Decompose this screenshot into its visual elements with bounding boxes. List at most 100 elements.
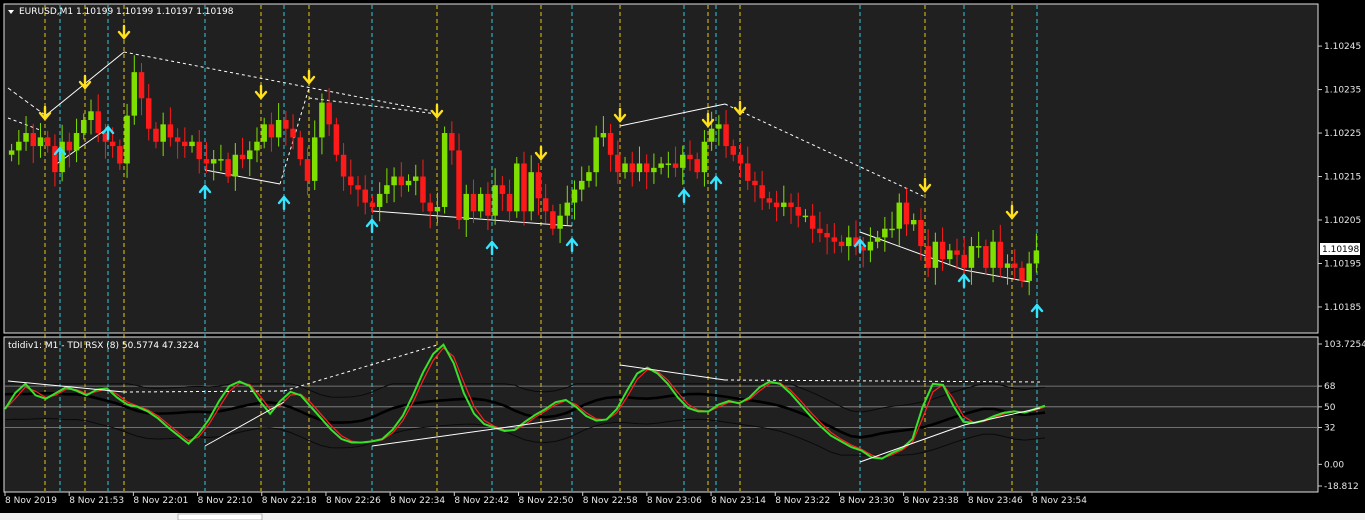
candle-body xyxy=(550,211,556,229)
candle-body xyxy=(716,124,722,129)
candle-body xyxy=(427,202,433,212)
price-tick-label: 1.10185 xyxy=(1324,303,1361,313)
candle-body xyxy=(37,137,44,147)
time-tick-label: 8 Nov 22:10 xyxy=(198,496,253,506)
candle-body xyxy=(687,154,693,160)
time-tick-label: 8 Nov 22:26 xyxy=(326,496,381,506)
candle-body xyxy=(708,128,715,142)
candle-body xyxy=(153,128,159,142)
time-tick-label: 8 Nov 22:42 xyxy=(454,496,509,506)
candle-body xyxy=(723,124,729,147)
candle-body xyxy=(369,202,376,207)
candle-body xyxy=(398,176,405,186)
candle-body xyxy=(882,228,888,238)
candle-body xyxy=(795,206,801,216)
candle-body xyxy=(1004,263,1011,268)
time-tick-label: 8 Nov 22:18 xyxy=(262,496,317,506)
time-tick-label: 8 Nov 23:22 xyxy=(775,496,830,506)
candle-body xyxy=(629,163,635,173)
candle-body xyxy=(499,185,506,194)
candle-body xyxy=(384,185,390,194)
time-tick-label: 8 Nov 22:50 xyxy=(519,496,574,506)
candle-body xyxy=(88,111,94,120)
candle-body xyxy=(232,154,239,177)
current-price-label: 1.10198 xyxy=(1322,245,1359,255)
indicator-tick-label: -18.812 xyxy=(1324,482,1359,492)
candle-body xyxy=(441,133,448,207)
candle-body xyxy=(607,133,614,155)
indicator-tick-label: 68 xyxy=(1324,382,1336,392)
candle-body xyxy=(968,246,975,268)
candle-body xyxy=(694,159,700,173)
indicator-tick-label: 32 xyxy=(1324,424,1335,434)
candle-body xyxy=(268,124,275,138)
candle-body xyxy=(297,137,304,160)
candle-body xyxy=(189,141,195,147)
indicator-tick-label: 0.00 xyxy=(1324,460,1344,470)
candle-body xyxy=(773,202,780,207)
candle-body xyxy=(542,198,549,212)
candle-body xyxy=(983,246,989,268)
candle-body xyxy=(362,189,368,203)
time-tick-label: 8 Nov 22:58 xyxy=(583,496,638,506)
candle-body xyxy=(672,163,679,168)
candle-body xyxy=(196,141,202,160)
indicator-title: tdidiv1: M1 - TDI RSX (8) 50.5774 47.322… xyxy=(8,341,199,351)
candle-body xyxy=(174,137,181,142)
candle-body xyxy=(95,111,101,134)
candle-body xyxy=(867,241,874,251)
candle-body xyxy=(167,124,174,138)
price-tick-label: 1.10195 xyxy=(1324,259,1361,269)
candle-body xyxy=(889,228,895,231)
time-tick-label: 8 Nov 23:54 xyxy=(1032,496,1087,506)
candle-body xyxy=(290,128,296,138)
candle-body xyxy=(600,133,607,138)
candle-body xyxy=(788,202,794,207)
candle-body xyxy=(109,141,116,147)
candle-body xyxy=(759,185,765,199)
candle-body xyxy=(434,206,441,212)
candle-body xyxy=(615,154,621,173)
candle-body xyxy=(449,133,455,151)
candle-body xyxy=(261,124,267,142)
candle-body xyxy=(571,189,578,203)
candle-body xyxy=(643,163,650,173)
candle-body xyxy=(326,102,332,125)
candle-body xyxy=(376,193,383,207)
candle-body xyxy=(506,193,513,212)
candle-body xyxy=(1019,267,1025,281)
candle-body xyxy=(145,98,152,129)
time-tick-label: 8 Nov 23:14 xyxy=(711,496,766,506)
candle-body xyxy=(947,250,953,260)
candle-body xyxy=(954,250,960,255)
time-tick-label: 8 Nov 21:53 xyxy=(69,496,124,506)
time-tick-label: 8 Nov 22:01 xyxy=(133,496,188,506)
candle-body xyxy=(348,176,354,186)
indicator-tick-label: 50 xyxy=(1324,403,1336,413)
time-tick-label: 8 Nov 23:30 xyxy=(839,496,894,506)
candle-body xyxy=(131,72,138,116)
candle-body xyxy=(838,241,845,247)
candle-body xyxy=(593,137,599,173)
candle-body xyxy=(874,237,881,242)
candle-body xyxy=(910,220,917,225)
candle-body xyxy=(846,237,852,247)
candle-body xyxy=(781,202,787,207)
candle-body xyxy=(73,133,80,151)
candle-body xyxy=(333,124,340,155)
candle-body xyxy=(311,137,318,181)
candle-body xyxy=(117,146,123,164)
chart-tab[interactable] xyxy=(177,513,263,520)
candle-body xyxy=(239,154,246,160)
candle-body xyxy=(557,215,563,229)
candle-body xyxy=(824,233,830,238)
candle-body xyxy=(463,193,470,220)
candle-body xyxy=(730,146,737,155)
candle-body xyxy=(283,120,289,129)
indicator-panel[interactable] xyxy=(3,336,1319,493)
candle-body xyxy=(535,172,542,199)
candle-body xyxy=(680,154,686,168)
candle-body xyxy=(247,150,253,160)
candle-body xyxy=(514,163,520,212)
price-tick-label: 1.10245 xyxy=(1324,42,1361,52)
